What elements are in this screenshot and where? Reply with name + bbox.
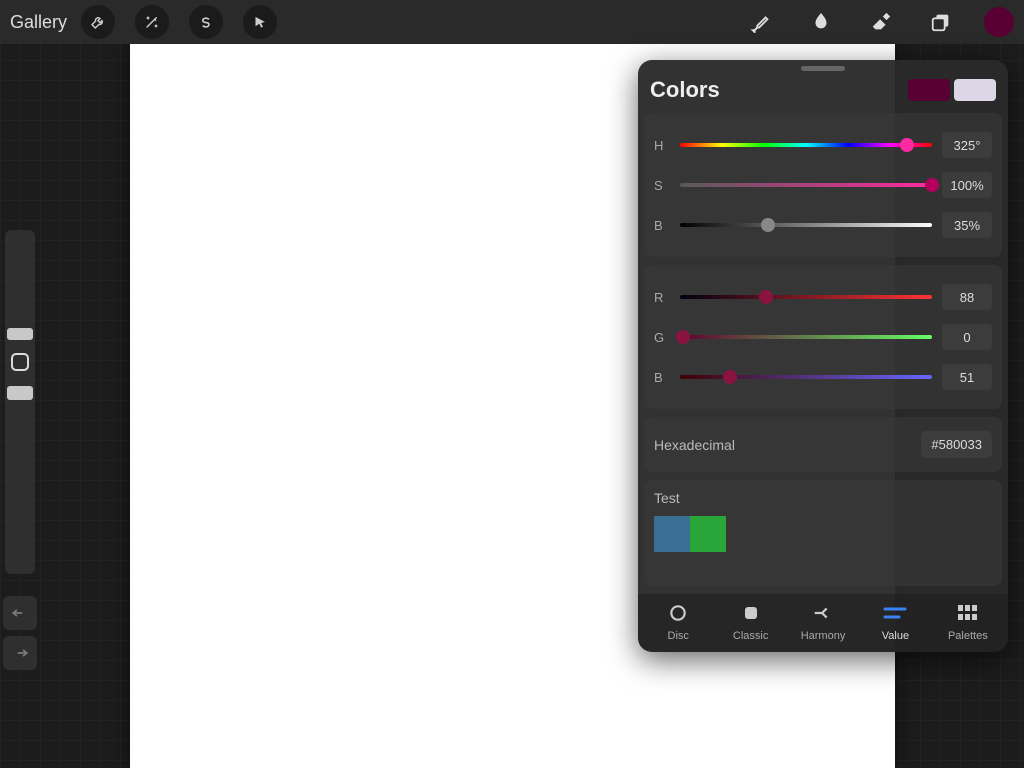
color-button[interactable] (984, 7, 1014, 37)
palette-swatches (654, 516, 992, 552)
blue-value[interactable]: 51 (942, 364, 992, 390)
secondary-color-swatch[interactable] (954, 79, 996, 101)
wrench-icon (90, 14, 106, 30)
green-slider[interactable] (680, 335, 932, 339)
brightness-value[interactable]: 35% (942, 212, 992, 238)
layers-icon (930, 11, 952, 33)
palette-name: Test (654, 490, 992, 506)
hex-value[interactable]: #580033 (921, 431, 992, 458)
green-value[interactable]: 0 (942, 324, 992, 350)
layers-button[interactable] (924, 5, 958, 39)
tab-value[interactable]: Value (859, 602, 931, 642)
redo-button[interactable] (3, 636, 37, 670)
tab-label: Palettes (948, 630, 988, 642)
hue-value[interactable]: 325° (942, 132, 992, 158)
tab-classic[interactable]: Classic (714, 602, 786, 642)
brightness-label: B (654, 218, 670, 233)
hsb-section: H 325° S 100% B 35% (644, 113, 1002, 257)
harmony-icon (812, 602, 834, 624)
undo-button[interactable] (3, 596, 37, 630)
rgb-section: R 88 G 0 B 51 (644, 265, 1002, 409)
red-slider[interactable] (680, 295, 932, 299)
panel-title: Colors (650, 77, 908, 103)
tab-harmony[interactable]: Harmony (787, 602, 859, 642)
panel-drag-handle[interactable] (801, 66, 845, 71)
value-sliders-icon (883, 602, 907, 624)
palettes-grid-icon (958, 602, 978, 624)
red-label: R (654, 290, 670, 305)
selection-s-icon (199, 15, 214, 30)
hue-label: H (654, 138, 670, 153)
top-toolbar: Gallery (0, 0, 1024, 44)
gallery-button[interactable]: Gallery (10, 12, 67, 33)
eraser-tool[interactable] (864, 5, 898, 39)
tab-palettes[interactable]: Palettes (932, 602, 1004, 642)
palette-swatch[interactable] (654, 516, 690, 552)
blue-label: B (654, 370, 670, 385)
brush-icon (750, 11, 772, 33)
brush-size-slider[interactable] (5, 230, 35, 340)
palette-swatch[interactable] (690, 516, 726, 552)
tab-label: Classic (733, 630, 768, 642)
blue-slider[interactable] (680, 375, 932, 379)
eraser-icon (870, 11, 892, 33)
saturation-value[interactable]: 100% (942, 172, 992, 198)
tab-label: Value (882, 630, 909, 642)
left-sidebar (2, 230, 38, 676)
smudge-icon (810, 11, 832, 33)
primary-color-swatch[interactable] (908, 79, 950, 101)
saturation-slider[interactable] (680, 183, 932, 187)
saturation-label: S (654, 178, 670, 193)
disc-icon (668, 602, 688, 624)
green-label: G (654, 330, 670, 345)
hue-slider[interactable] (680, 143, 932, 147)
classic-icon (742, 602, 760, 624)
smudge-tool[interactable] (804, 5, 838, 39)
red-value[interactable]: 88 (942, 284, 992, 310)
actions-button[interactable] (81, 5, 115, 39)
tab-label: Harmony (801, 630, 846, 642)
tab-disc[interactable]: Disc (642, 602, 714, 642)
transform-button[interactable] (243, 5, 277, 39)
redo-icon (11, 646, 29, 660)
square-outline-icon (11, 353, 29, 371)
hex-label: Hexadecimal (654, 437, 921, 453)
wand-icon (144, 14, 160, 30)
palette-section: Test (644, 480, 1002, 586)
brightness-slider[interactable] (680, 223, 932, 227)
selection-button[interactable] (189, 5, 223, 39)
tab-label: Disc (668, 630, 689, 642)
modify-button[interactable] (5, 340, 35, 384)
arrow-cursor-icon (253, 15, 268, 30)
brush-opacity-slider[interactable] (5, 384, 35, 574)
adjustments-button[interactable] (135, 5, 169, 39)
colors-panel: Colors H 325° S 100% B 35% R 88 G 0 (638, 60, 1008, 652)
brush-tool[interactable] (744, 5, 778, 39)
hex-row: Hexadecimal #580033 (644, 417, 1002, 472)
color-panel-tabs: Disc Classic Harmony Value Palettes (638, 594, 1008, 652)
undo-icon (11, 606, 29, 620)
